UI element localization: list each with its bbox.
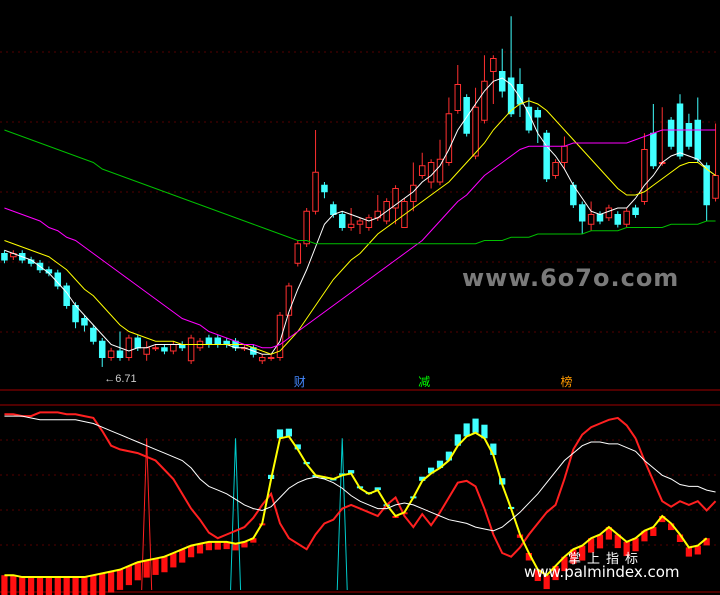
signal-marker: 榜 (560, 375, 573, 389)
candle-body (258, 357, 266, 362)
candle-body (463, 97, 470, 134)
indicator-bar (116, 569, 124, 590)
indicator-bar (28, 577, 35, 595)
indicator-spike (230, 438, 242, 591)
candle-body (205, 337, 213, 345)
indicator-bar (170, 553, 177, 568)
candle-body (614, 214, 622, 225)
candle-body (712, 175, 719, 199)
candle-body (552, 162, 559, 176)
candle-body (685, 123, 693, 147)
candle-body (303, 210, 310, 245)
candle-body (98, 340, 106, 358)
candle-body (347, 223, 355, 228)
candle-body (267, 357, 275, 359)
stock-chart (0, 16, 720, 595)
indicator-bar (161, 556, 168, 573)
site-watermark: www.6o7o.com (462, 264, 680, 292)
indicator-bar (45, 577, 52, 595)
candle-body (365, 217, 373, 228)
candle-body (81, 318, 88, 326)
candle-body (143, 347, 150, 355)
indicator-bar (36, 577, 44, 595)
candle-body (605, 207, 613, 219)
candle-body (170, 344, 177, 352)
candle-body (294, 243, 302, 264)
candle-body (543, 132, 550, 180)
candle-body (632, 207, 639, 215)
candle-body (445, 113, 453, 163)
indicator-bar (1, 575, 8, 595)
candle-body (481, 80, 488, 121)
candle-body (187, 337, 195, 362)
candle-body (498, 71, 506, 92)
candle-body (90, 327, 97, 342)
candle-body (694, 119, 702, 160)
indicator-bar (596, 534, 604, 549)
candle-body (596, 214, 604, 222)
grid-lines (0, 51, 720, 593)
candle-body (125, 337, 133, 358)
candle-body (356, 220, 364, 225)
indicator-bar (685, 547, 692, 557)
indicator-bar (285, 428, 292, 437)
signal-marker: 财 (293, 375, 306, 389)
candle-body (214, 337, 222, 345)
url-watermark: www.palmindex.com (524, 563, 680, 581)
indicator-bar (19, 577, 26, 595)
indicator-bar (63, 577, 70, 595)
indicator-line (4, 415, 716, 532)
indicator-bar (81, 577, 88, 595)
candle-body (312, 171, 319, 212)
candle-body (116, 350, 124, 358)
candle-body (703, 165, 710, 206)
indicator-bar (90, 575, 97, 595)
indicator-bar (179, 549, 186, 563)
indicator-bar (134, 562, 141, 581)
indicator-bar (99, 573, 106, 595)
candle-body (338, 214, 346, 228)
candle-body (134, 337, 142, 349)
indicator-bar (214, 541, 221, 550)
candle-body (454, 84, 462, 111)
candle-body (623, 210, 630, 225)
candle-body (667, 119, 675, 147)
candle-body (427, 162, 435, 183)
candle-body (587, 214, 595, 225)
indicator-bar (125, 565, 132, 586)
candle-body (641, 149, 648, 202)
indicator-bar (152, 558, 159, 575)
indicator-bar (10, 575, 17, 595)
candle-body (54, 272, 62, 287)
candle-body (152, 347, 159, 350)
candle-body (578, 204, 586, 222)
candle-body (534, 110, 542, 118)
indicator-bar (108, 571, 115, 593)
candle-body (1, 253, 8, 261)
candle-body (330, 204, 337, 215)
candle-body (490, 58, 497, 72)
candle-body (107, 350, 115, 358)
candle-body (472, 106, 479, 157)
indicator-bar (54, 577, 61, 595)
signal-marker: 减 (418, 375, 431, 389)
candle-body (321, 184, 328, 193)
candle-body (650, 132, 657, 167)
candle-body (161, 347, 168, 352)
candle-body (418, 165, 426, 176)
indicator-bar (143, 560, 150, 578)
indicator-bar (472, 418, 479, 433)
candle-body (561, 145, 568, 163)
low-price-label: ←6.71 (104, 372, 137, 385)
indicator-bar (72, 577, 79, 595)
